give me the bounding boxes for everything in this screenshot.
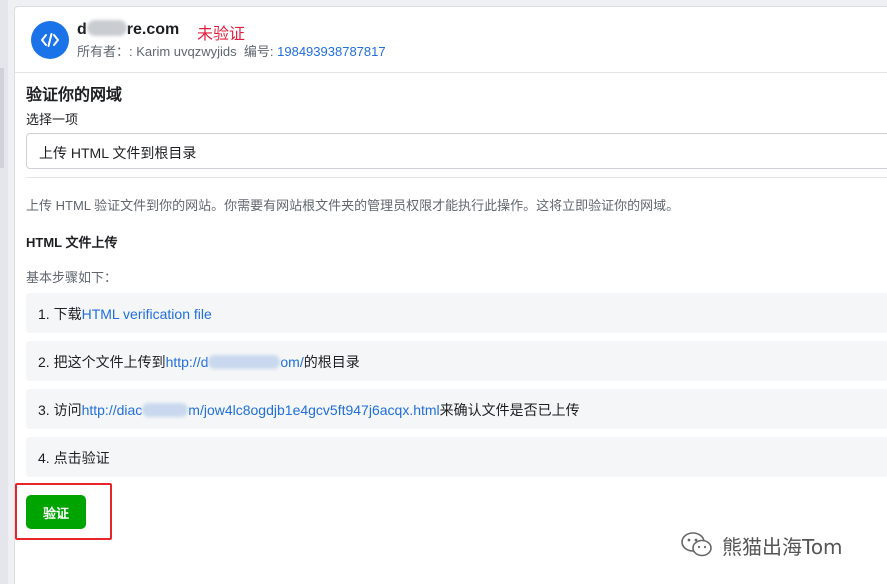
domain-name: d re.com (77, 20, 180, 38)
divider (26, 177, 887, 178)
verify-url-link[interactable]: http://diac m/jow4lc8ogdjb1e4gcv5ft947j6a… (82, 402, 440, 418)
owner-label: 所有者： (77, 44, 130, 59)
step-item: 4. 点击验证 (26, 437, 887, 477)
step-item: 2. 把这个文件上传到http://d om/的根目录 (26, 341, 887, 381)
watermark-text: 熊猫出海Tom (722, 534, 843, 559)
step-item: 3. 访问http://diac m/jow4lc8ogdjb1e4gcv5ft9… (26, 389, 887, 429)
domain-id: 198493938787817 (277, 44, 386, 59)
sidebar-edge (0, 0, 8, 584)
verify-button[interactable]: 验证 (26, 495, 86, 529)
id-label: 编号: (243, 44, 274, 59)
domain-header: d re.com 未验证 所有者：: Karim uvqzwyjids 编号: 1… (15, 7, 887, 73)
section-title: 验证你的网域 (26, 87, 123, 104)
wechat-icon (681, 532, 712, 557)
select-label: 选择一项 (26, 112, 79, 127)
steps-intro: 基本步骤如下： (26, 270, 118, 285)
redacted-mask (86, 20, 127, 36)
domain-panel: d re.com 未验证 所有者：: Karim uvqzwyjids 编号: 1… (14, 6, 887, 584)
root-url-link[interactable]: http://d om/ (166, 354, 304, 370)
watermark: 熊猫出海Tom (680, 530, 843, 560)
download-link[interactable]: HTML verification file (82, 306, 212, 322)
owner-value: : Karim uvqzwyjids (129, 44, 237, 59)
step-item: 1. 下载HTML verification file (26, 293, 887, 333)
code-icon (31, 21, 69, 59)
sidebar-scroll-indicator (0, 68, 4, 168)
description-text: 上传 HTML 验证文件到你的网站。你需要有网站根文件夹的管理员权限才能执行此操… (26, 198, 680, 213)
domain-meta: 所有者：: Karim uvqzwyjids 编号: 1984939387878… (77, 41, 386, 60)
html-upload-subtitle: HTML 文件上传 (26, 235, 118, 250)
redacted-mask (142, 403, 189, 417)
method-select[interactable]: 上传 HTML 文件到根目录 (26, 133, 887, 169)
redacted-mask (208, 355, 281, 369)
